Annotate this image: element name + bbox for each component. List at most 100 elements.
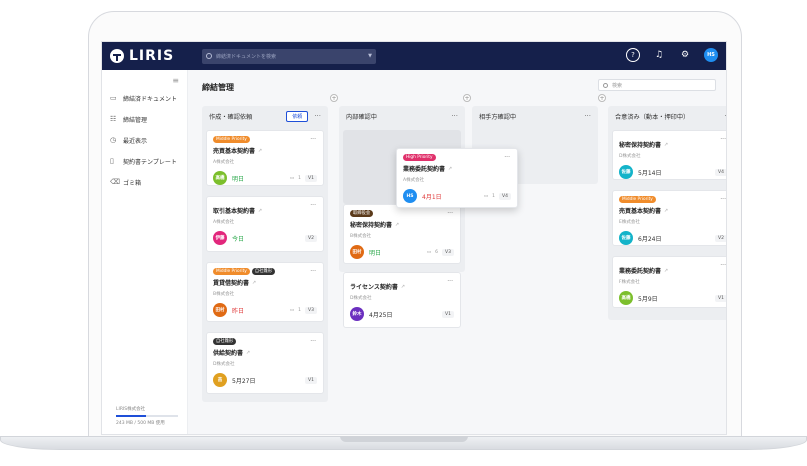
more-icon[interactable]: ··· <box>310 338 316 345</box>
sidebar: ≡ ▭ 締結済ドキュメント ☷ 締結管理 ◷ 最近表示 ▯ 契約書テンプレート … <box>102 70 188 434</box>
more-icon[interactable]: ··· <box>310 268 316 275</box>
version-badge: V1 <box>715 294 726 302</box>
external-link-icon[interactable]: ↗ <box>664 208 668 214</box>
more-icon[interactable]: ··· <box>310 136 316 143</box>
page-title: 締結管理 <box>202 83 234 92</box>
card-title: 業務委託契約書 <box>619 268 662 275</box>
add-column-button[interactable]: + <box>330 94 338 102</box>
due-date: 5月27日 <box>232 377 256 385</box>
more-icon[interactable]: ··· <box>310 202 316 209</box>
laptop-notch <box>340 436 468 442</box>
contract-card[interactable]: ライセンス契約書 ↗ D株式会社 鈴木 4月25日 V1 ··· <box>343 272 461 328</box>
org-name: LIRIS株式会社 <box>116 407 146 412</box>
sidebar-item-templates[interactable]: ▯ 契約書テンプレート <box>110 155 184 167</box>
contract-card[interactable]: 秘密保持契約書 ↗ D株式会社 佐藤 5月14日 V4 ··· <box>612 130 726 180</box>
sidebar-item-recent[interactable]: ◷ 最近表示 <box>110 134 184 146</box>
external-link-icon[interactable]: ↗ <box>395 222 399 228</box>
comment-icon: ▭ <box>426 249 432 255</box>
menu-collapse-icon[interactable]: ≡ <box>172 76 179 85</box>
contract-card[interactable]: 取引基本契約書 ↗ A株式会社 伊藤 今日 V2 ··· <box>206 196 324 252</box>
column-header: 合意済み（動本・押印中） ··· <box>608 106 726 126</box>
more-icon[interactable]: ··· <box>720 196 726 203</box>
sidebar-item-label: 締結管理 <box>123 116 148 124</box>
user-avatar[interactable]: HS <box>704 48 718 62</box>
board-search-placeholder: 検索 <box>612 82 623 89</box>
sidebar-item-label: 最近表示 <box>123 137 148 145</box>
contract-card[interactable]: Middle Priority 売買基本契約書 ↗ E株式会社 佐藤 6月24日 … <box>612 190 726 246</box>
more-icon[interactable]: ··· <box>720 136 726 143</box>
global-search[interactable]: 締結済ドキュメントを検索 ▼ <box>202 48 376 64</box>
contract-card[interactable]: Middle Priority 自社雛形 賃貸借契約書 ↗ B株式会社 田村 昨日… <box>206 262 324 322</box>
global-search-placeholder: 締結済ドキュメントを検索 <box>216 53 277 60</box>
storage-usage: 243 MB / 500 MB 使用 <box>116 421 165 426</box>
more-icon[interactable]: ··· <box>451 112 458 120</box>
assignee-avatar: 高橋 <box>213 171 227 185</box>
external-link-icon[interactable]: ↗ <box>664 268 668 274</box>
add-column-button[interactable]: + <box>463 94 471 102</box>
card-title: 秘密保持契約書 <box>350 222 393 229</box>
sidebar-item-trash[interactable]: ⌫ ゴミ箱 <box>110 176 184 188</box>
search-icon <box>206 53 212 59</box>
external-link-icon[interactable]: ↗ <box>252 280 256 286</box>
due-date: 明日 <box>369 249 382 257</box>
column-header: 内部確認中 ··· <box>339 106 465 126</box>
search-icon <box>603 82 608 88</box>
more-icon[interactable]: ··· <box>584 112 591 120</box>
contract-card[interactable]: 自社雛形 供給契約書 ↗ D株式会社 苗 5月27日 V1 ··· <box>206 332 324 394</box>
sidebar-item-documents[interactable]: ▭ 締結済ドキュメント <box>110 92 184 104</box>
sidebar-item-label: 締結済ドキュメント <box>123 95 178 103</box>
version-badge: V3 <box>305 306 317 314</box>
bell-icon[interactable]: ♫ <box>652 48 666 62</box>
tag-badge: 自社雛形 <box>251 268 276 275</box>
external-link-icon[interactable]: ↗ <box>401 284 405 290</box>
column-title: 相手方確認中 <box>479 113 517 121</box>
add-column-button[interactable]: + <box>598 94 606 102</box>
assignee-avatar: 田村 <box>213 303 227 317</box>
gear-icon[interactable]: ⚙ <box>678 48 692 62</box>
column-title: 作成・確認依頼 <box>209 113 253 121</box>
dragging-contract-card[interactable]: High Priority 業務委託契約書 ↗ A株式会社 HS 4月1日 ▭ 1… <box>396 148 518 208</box>
comment-count: 1 <box>298 307 302 313</box>
card-company: E株式会社 <box>619 220 640 225</box>
external-link-icon[interactable]: ↗ <box>246 350 250 356</box>
assignee-avatar: HS <box>403 189 417 203</box>
due-date: 4月25日 <box>369 311 393 319</box>
storage-bar-fill <box>116 415 147 417</box>
card-title: 賃貸借契約書 <box>213 280 250 287</box>
contract-card[interactable]: 業務委託契約書 ↗ F株式会社 高橋 5月9日 V1 ··· <box>612 256 726 308</box>
card-company: A株式会社 <box>213 160 235 165</box>
app-logo[interactable]: LIRIS <box>110 48 202 64</box>
column-title: 内部確認中 <box>346 113 377 121</box>
external-link-icon[interactable]: ↗ <box>664 142 668 148</box>
sidebar-item-contract-management[interactable]: ☷ 締結管理 <box>110 113 184 125</box>
more-icon[interactable]: ··· <box>720 262 726 269</box>
column-header: 作成・確認依頼 依頼 ··· <box>202 106 328 126</box>
external-link-icon[interactable]: ↗ <box>448 166 452 172</box>
external-link-icon[interactable]: ↗ <box>258 148 262 154</box>
clock-icon: ◷ <box>110 136 117 144</box>
help-icon[interactable]: ? <box>626 48 640 62</box>
board-search-input[interactable]: 検索 <box>598 79 716 91</box>
chevron-down-icon[interactable]: ▼ <box>368 53 372 59</box>
contract-card[interactable]: Middle Priority 売買基本契約書 ↗ A株式会社 高橋 明日 ▭ 1… <box>206 130 324 186</box>
tag-badge: 取締役会 <box>350 210 374 217</box>
storage-bar <box>116 415 178 417</box>
assignee-avatar: 苗 <box>213 373 227 387</box>
priority-badge: Middle Priority <box>619 196 656 203</box>
external-link-icon[interactable]: ↗ <box>258 208 262 214</box>
assignee-avatar: 田村 <box>350 245 364 259</box>
more-icon[interactable]: ··· <box>724 112 726 120</box>
board-icon: ☷ <box>110 115 117 123</box>
more-icon[interactable]: ··· <box>447 210 453 217</box>
version-badge: V1 <box>305 174 317 182</box>
version-badge: V3 <box>442 248 454 256</box>
contract-card[interactable]: 取締役会 秘密保持契約書 ↗ B株式会社 田村 明日 ▭ 6 V3 ··· <box>343 204 461 264</box>
request-button[interactable]: 依頼 <box>286 110 309 122</box>
due-date: 6月24日 <box>638 235 662 243</box>
card-company: D株式会社 <box>213 362 235 367</box>
more-icon[interactable]: ··· <box>447 278 453 285</box>
more-icon[interactable]: ··· <box>504 154 510 161</box>
more-icon[interactable]: ··· <box>314 112 321 120</box>
version-badge: V1 <box>442 310 454 318</box>
version-badge: V1 <box>305 376 317 384</box>
